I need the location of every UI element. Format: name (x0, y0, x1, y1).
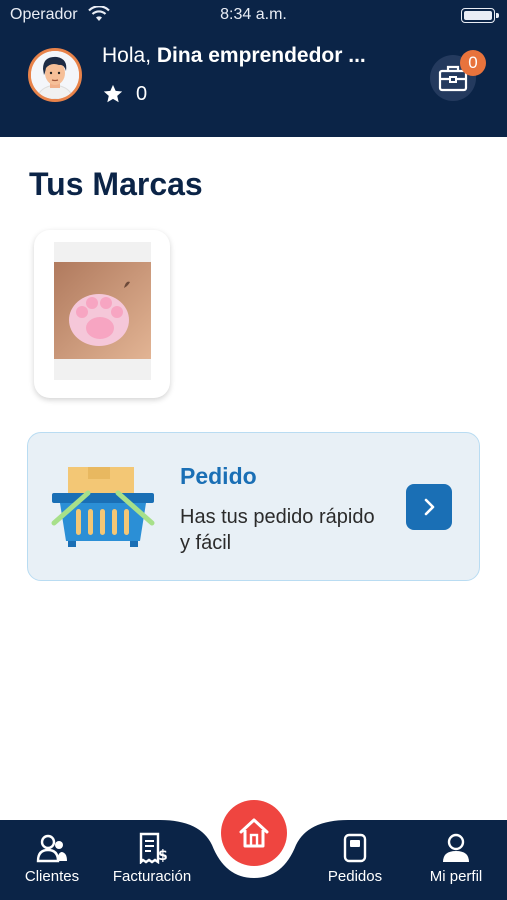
nav-item-mi-perfil[interactable]: Mi perfil (406, 832, 506, 885)
status-bar: Operador 8:34 a.m. (0, 0, 507, 30)
profile-icon (443, 833, 469, 862)
greeting: Hola, Dina emprendedor ... (102, 44, 402, 68)
nav-label-clientes: Clientes (24, 868, 80, 885)
points-value: 0 (136, 82, 148, 105)
brand-photo-icon (54, 242, 151, 380)
home-button[interactable] (221, 800, 287, 866)
section-title: Tus Marcas (29, 166, 203, 202)
nav-label-pedidos: Pedidos (327, 868, 383, 885)
order-card[interactable]: Pedido Has tus pedido rápido y fácil (27, 432, 480, 581)
orders-icon (343, 833, 367, 863)
user-avatar-icon (31, 51, 79, 99)
svg-text:$: $ (158, 848, 168, 864)
chevron-right-icon (424, 498, 435, 516)
greeting-prefix: Hola, (102, 44, 152, 67)
brand-card[interactable] (34, 230, 170, 398)
nav-label-facturacion: Facturación (112, 868, 192, 885)
avatar[interactable] (28, 48, 82, 102)
nav-label-mi-perfil: Mi perfil (429, 868, 483, 885)
invoice-icon: $ (139, 832, 168, 864)
shopping-basket-icon (51, 467, 155, 547)
points-row: 0 (102, 82, 147, 106)
order-title: Pedido (180, 463, 257, 489)
nav-item-pedidos[interactable]: Pedidos (305, 832, 405, 885)
order-description: Has tus pedido rápido y fácil (180, 506, 375, 554)
app-header: Operador 8:34 a.m. Hola, Dina emprendedo… (0, 0, 507, 137)
brand-image (54, 242, 151, 380)
user-name: Dina emprendedor ... (156, 44, 366, 67)
cart-badge: 0 (460, 50, 486, 76)
nav-item-facturacion[interactable]: $ Facturación (102, 832, 202, 885)
clients-icon (36, 834, 67, 863)
home-icon (239, 818, 269, 848)
star-icon (103, 84, 123, 103)
battery-icon (461, 8, 499, 23)
order-go-button[interactable] (406, 484, 452, 530)
nav-item-clientes[interactable]: Clientes (2, 832, 102, 885)
clock: 8:34 a.m. (220, 6, 287, 23)
